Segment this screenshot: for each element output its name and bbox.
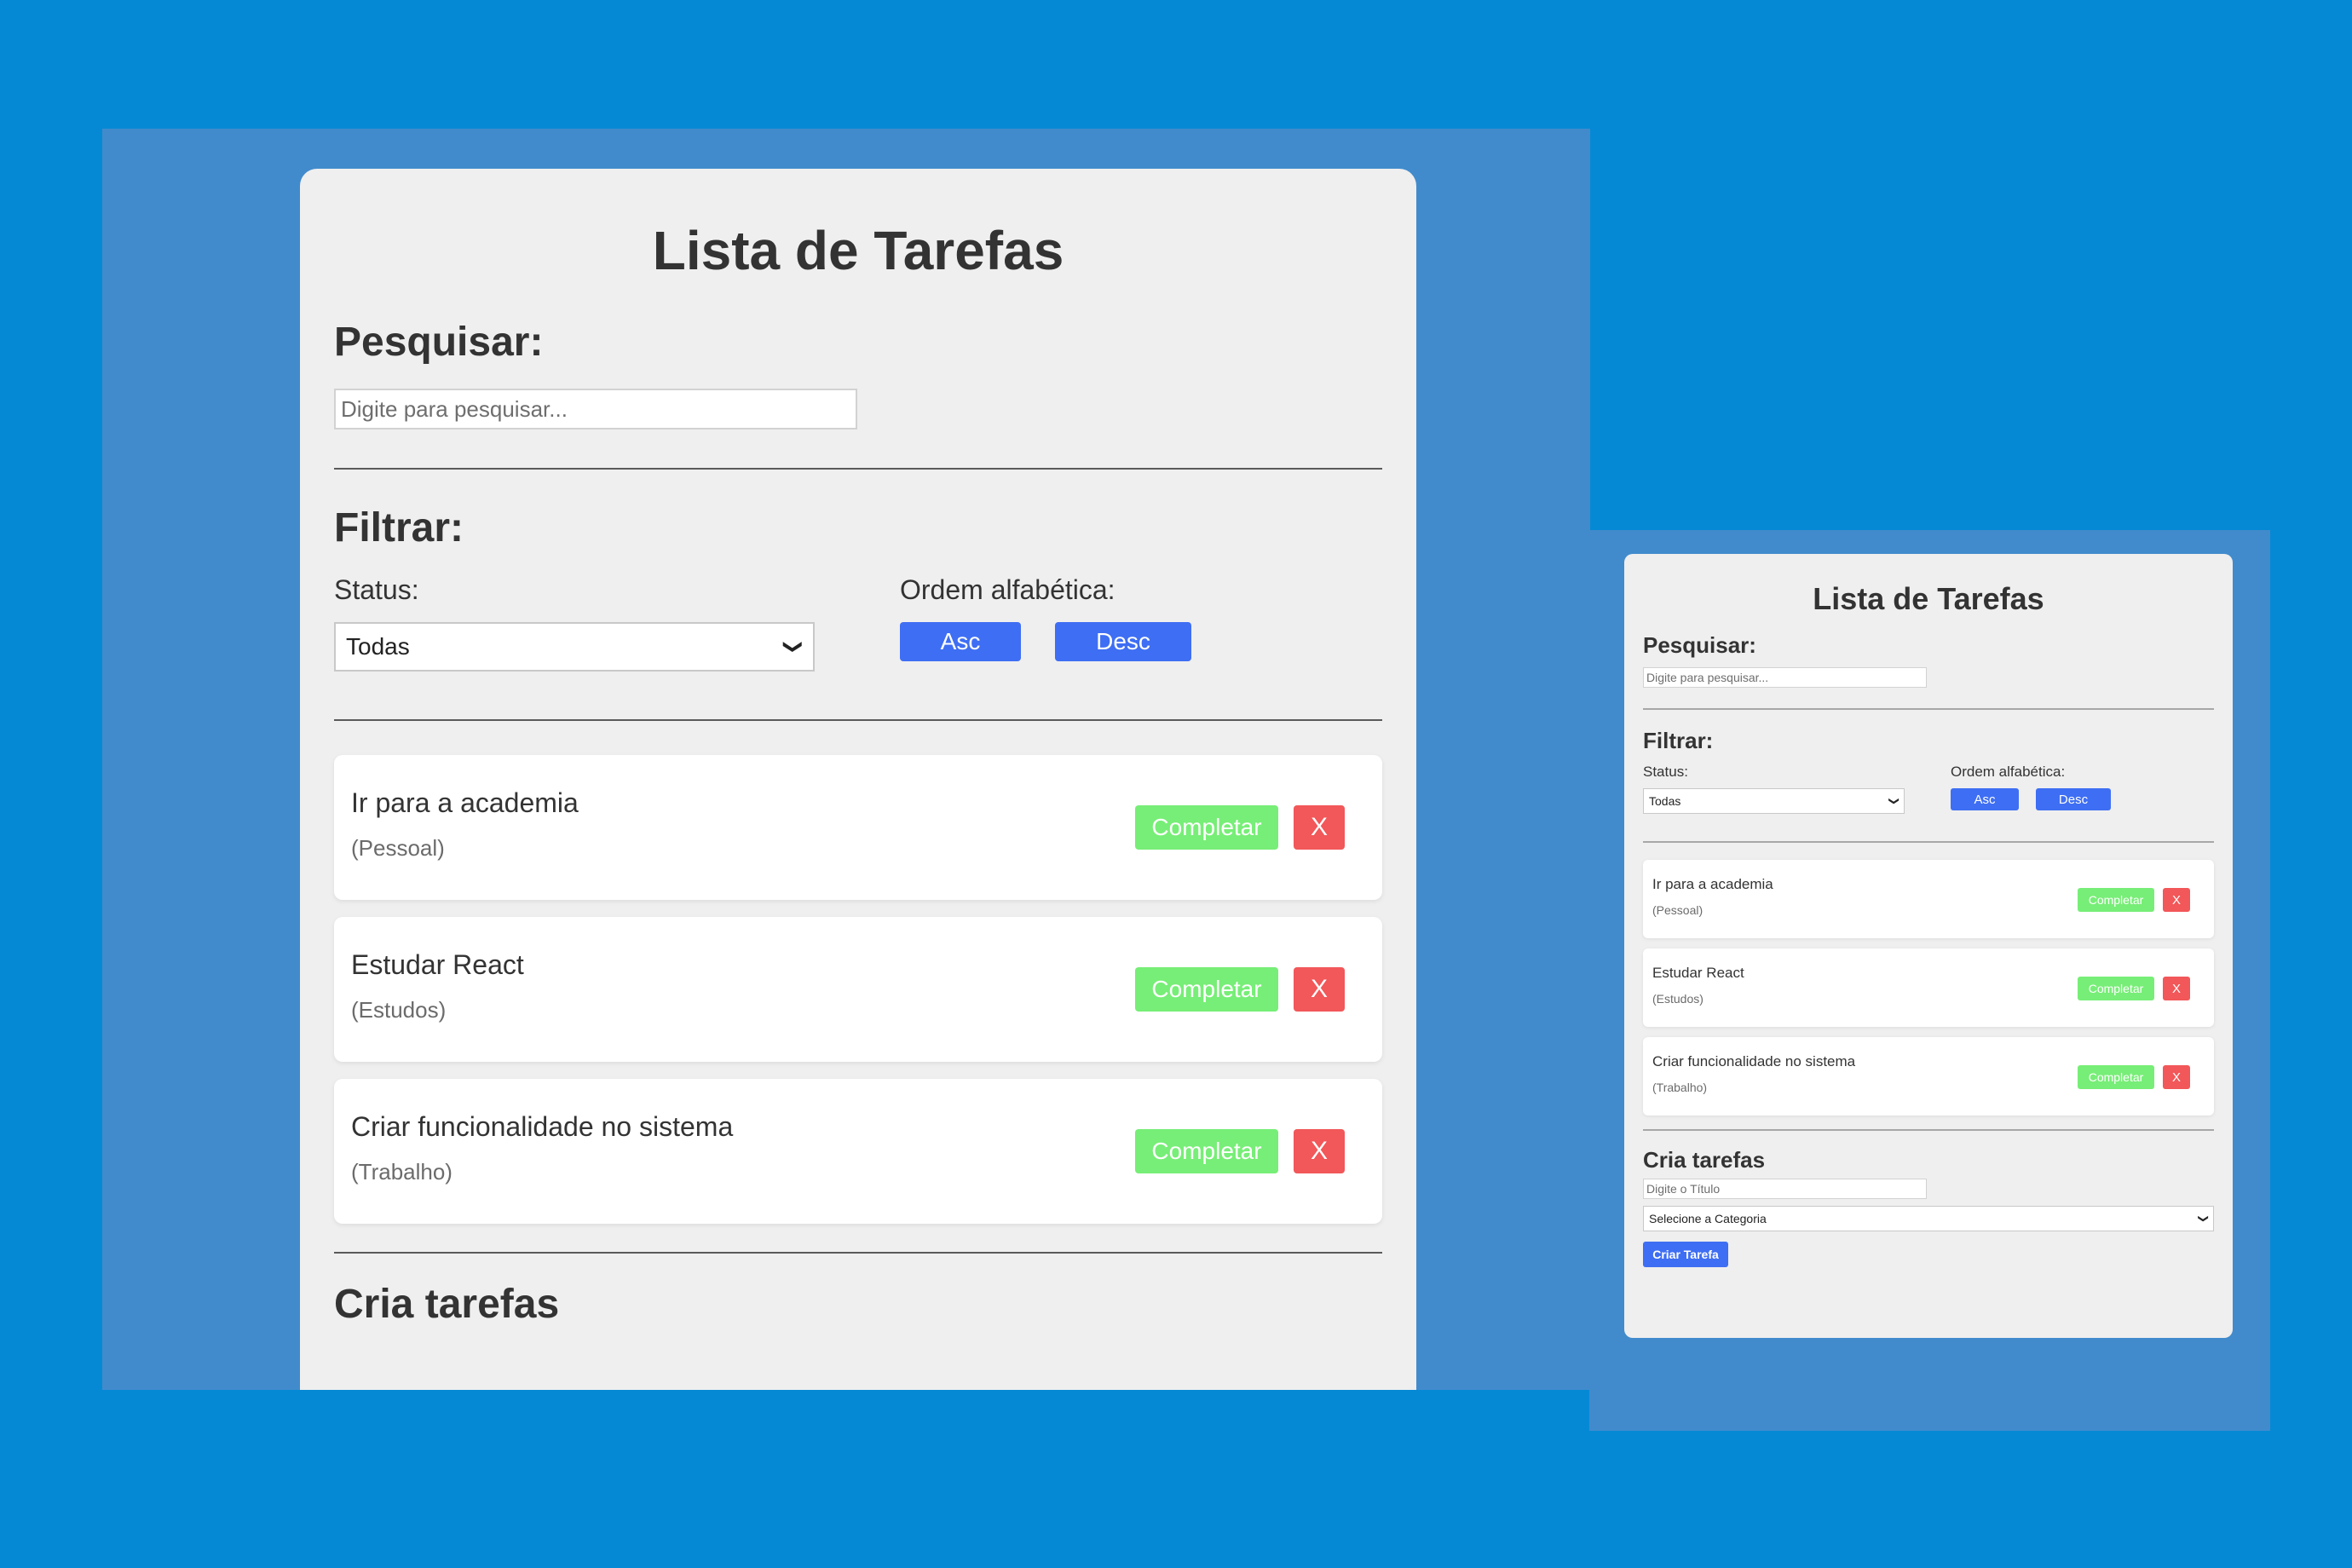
status-select-value: Todas: [1649, 794, 1681, 808]
status-filter: Status: Todas ❯: [334, 573, 900, 672]
task-title: Criar funcionalidade no sistema: [1652, 1053, 1856, 1069]
complete-button[interactable]: Completar: [2078, 1065, 2154, 1089]
task-title: Ir para a academia: [1652, 876, 1773, 892]
complete-button[interactable]: Completar: [2078, 977, 2154, 1000]
status-select-value: Todas: [346, 633, 410, 660]
task-item: Ir para a academia (Pessoal) Completar X: [334, 755, 1382, 900]
sort-filter: Ordem alfabética: Asc Desc: [1951, 763, 2111, 814]
category-select[interactable]: Selecione a Categoria ❯: [1643, 1206, 2214, 1231]
status-select[interactable]: Todas ❯: [334, 622, 815, 672]
chevron-down-icon: ❯: [1888, 796, 1900, 806]
delete-button[interactable]: X: [1294, 1129, 1345, 1173]
create-heading: Cria tarefas: [1643, 1147, 1766, 1173]
sort-label: Ordem alfabética:: [900, 574, 1115, 605]
delete-button[interactable]: X: [2163, 888, 2190, 912]
filter-heading: Filtrar:: [1643, 728, 1714, 753]
chevron-down-icon: ❯: [782, 638, 804, 655]
status-label: Status:: [1643, 764, 1688, 780]
sort-desc-button[interactable]: Desc: [2036, 788, 2111, 810]
divider: [1643, 708, 2214, 710]
complete-button[interactable]: Completar: [1135, 967, 1278, 1012]
delete-button[interactable]: X: [1294, 805, 1345, 850]
task-list: Ir para a academia (Pessoal) Completar X…: [1643, 860, 2214, 1115]
complete-button[interactable]: Completar: [1135, 1129, 1278, 1173]
divider: [334, 1252, 1382, 1254]
task-title: Estudar React: [1652, 965, 1744, 981]
task-item: Criar funcionalidade no sistema (Trabalh…: [334, 1079, 1382, 1224]
status-label: Status:: [334, 574, 419, 605]
task-item: Ir para a academia (Pessoal) Completar X: [1643, 860, 2214, 938]
search-heading: Pesquisar:: [334, 320, 544, 365]
page-title: Lista de Tarefas: [652, 220, 1064, 281]
task-item: Criar funcionalidade no sistema (Trabalh…: [1643, 1037, 2214, 1115]
sort-buttons: Asc Desc: [900, 622, 1191, 661]
task-title: Criar funcionalidade no sistema: [351, 1111, 734, 1142]
status-filter: Status: Todas ❯: [1643, 763, 1951, 814]
delete-button[interactable]: X: [2163, 1065, 2190, 1089]
small-view-panel: Lista de Tarefas Pesquisar: Filtrar: Sta…: [1589, 530, 2270, 1431]
task-item: Estudar React (Estudos) Completar X: [334, 917, 1382, 1062]
task-list: Ir para a academia (Pessoal) Completar X…: [334, 755, 1382, 1224]
filter-row: Status: Todas ❯ Ordem alfabética: Asc De…: [334, 573, 1382, 672]
create-heading: Cria tarefas: [334, 1282, 560, 1327]
chevron-down-icon: ❯: [2197, 1213, 2210, 1224]
task-category: (Trabalho): [1652, 1081, 1708, 1094]
task-title: Ir para a academia: [351, 787, 579, 818]
sort-desc-button[interactable]: Desc: [1055, 622, 1191, 661]
divider: [1643, 1129, 2214, 1131]
large-view-panel: Lista de Tarefas Pesquisar: Filtrar: Sta…: [102, 129, 1590, 1390]
filter-heading: Filtrar:: [334, 505, 464, 551]
todo-card-large: Lista de Tarefas Pesquisar: Filtrar: Sta…: [300, 169, 1416, 1390]
task-category: (Trabalho): [351, 1159, 453, 1185]
task-title-input[interactable]: [1643, 1179, 1927, 1199]
task-category: (Pessoal): [1652, 903, 1703, 917]
search-heading: Pesquisar:: [1643, 632, 1756, 658]
sort-asc-button[interactable]: Asc: [900, 622, 1021, 661]
sort-buttons: Asc Desc: [1951, 788, 2111, 810]
divider: [1643, 841, 2214, 843]
task-title: Estudar React: [351, 949, 524, 980]
status-select[interactable]: Todas ❯: [1643, 788, 1905, 814]
category-select-value: Selecione a Categoria: [1649, 1212, 1767, 1225]
complete-button[interactable]: Completar: [1135, 805, 1278, 850]
create-task-button[interactable]: Criar Tarefa: [1643, 1242, 1728, 1267]
divider: [334, 719, 1382, 721]
delete-button[interactable]: X: [2163, 977, 2190, 1000]
sort-label: Ordem alfabética:: [1951, 764, 2066, 780]
complete-button[interactable]: Completar: [2078, 888, 2154, 912]
page-title: Lista de Tarefas: [1813, 581, 2044, 616]
task-category: (Estudos): [351, 997, 447, 1023]
divider: [334, 468, 1382, 470]
task-category: (Pessoal): [351, 835, 445, 861]
filter-row: Status: Todas ❯ Ordem alfabética: Asc De…: [1643, 763, 2214, 814]
search-input[interactable]: [334, 389, 857, 429]
todo-card-small: Lista de Tarefas Pesquisar: Filtrar: Sta…: [1624, 554, 2233, 1338]
search-input[interactable]: [1643, 667, 1927, 688]
sort-asc-button[interactable]: Asc: [1951, 788, 2019, 810]
delete-button[interactable]: X: [1294, 967, 1345, 1012]
task-item: Estudar React (Estudos) Completar X: [1643, 948, 2214, 1027]
task-category: (Estudos): [1652, 992, 1703, 1006]
sort-filter: Ordem alfabética: Asc Desc: [900, 573, 1191, 672]
